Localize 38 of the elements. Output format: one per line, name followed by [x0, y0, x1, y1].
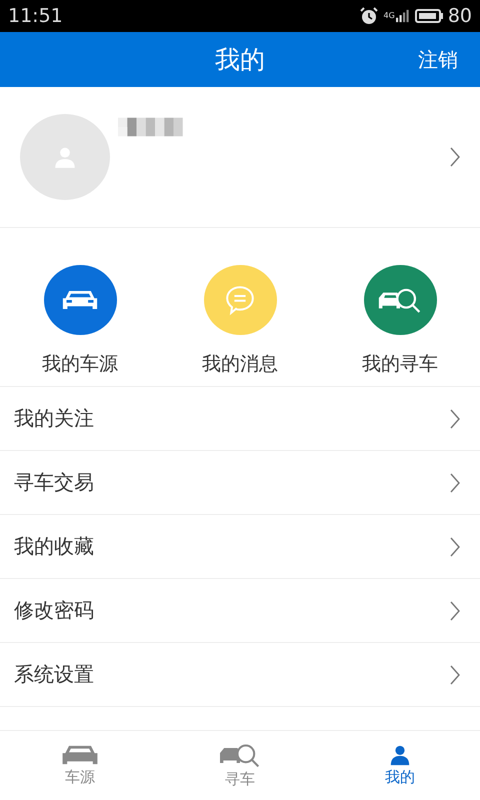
car-icon	[62, 289, 98, 311]
nav-tab[interactable]: 我的	[320, 731, 480, 800]
logout-button[interactable]: 注销	[416, 44, 460, 75]
chevron-right-icon	[450, 536, 460, 556]
chevron-right-icon	[450, 664, 460, 684]
nav-tab[interactable]: 寻车	[160, 731, 320, 800]
alarm-clock-icon	[358, 6, 379, 26]
menu-label: 寻车交易	[14, 469, 94, 496]
shortcut-item[interactable]: 我的车源	[0, 228, 160, 386]
car-search-icon	[219, 742, 261, 768]
network-type: 4G	[384, 11, 395, 20]
shortcut-label: 我的车源	[42, 352, 118, 377]
shortcut-label: 我的寻车	[362, 352, 438, 377]
menu-item[interactable]: 我的收藏	[0, 515, 480, 579]
chevron-right-icon	[450, 600, 460, 620]
menu-label: 系统设置	[14, 661, 94, 688]
signal-icon	[396, 9, 410, 23]
chevron-right-icon	[450, 472, 460, 492]
car-search-icon	[378, 286, 422, 314]
menu-label: 我的收藏	[14, 533, 94, 560]
menu-label: 修改密码	[14, 597, 94, 624]
page-title: 我的	[215, 44, 265, 76]
chat-bubble-icon	[224, 284, 256, 316]
menu-item[interactable]: 寻车交易	[0, 451, 480, 515]
shortcut-item[interactable]: 我的消息	[160, 228, 320, 386]
menu-item[interactable]: 修改密码	[0, 579, 480, 643]
car-icon	[61, 744, 99, 766]
battery-level: 80	[448, 5, 472, 27]
status-time: 11:51	[8, 5, 63, 27]
shortcut-item[interactable]: 我的寻车	[320, 228, 480, 386]
chevron-right-icon	[450, 408, 460, 428]
battery-icon	[414, 9, 443, 23]
menu-item[interactable]: 系统设置	[0, 643, 480, 707]
menu-item[interactable]: 我的关注	[0, 387, 480, 451]
nav-tab[interactable]: 车源	[0, 731, 160, 800]
menu-label: 我的关注	[14, 405, 94, 432]
shortcut-label: 我的消息	[202, 352, 278, 377]
chevron-right-icon	[450, 147, 460, 167]
